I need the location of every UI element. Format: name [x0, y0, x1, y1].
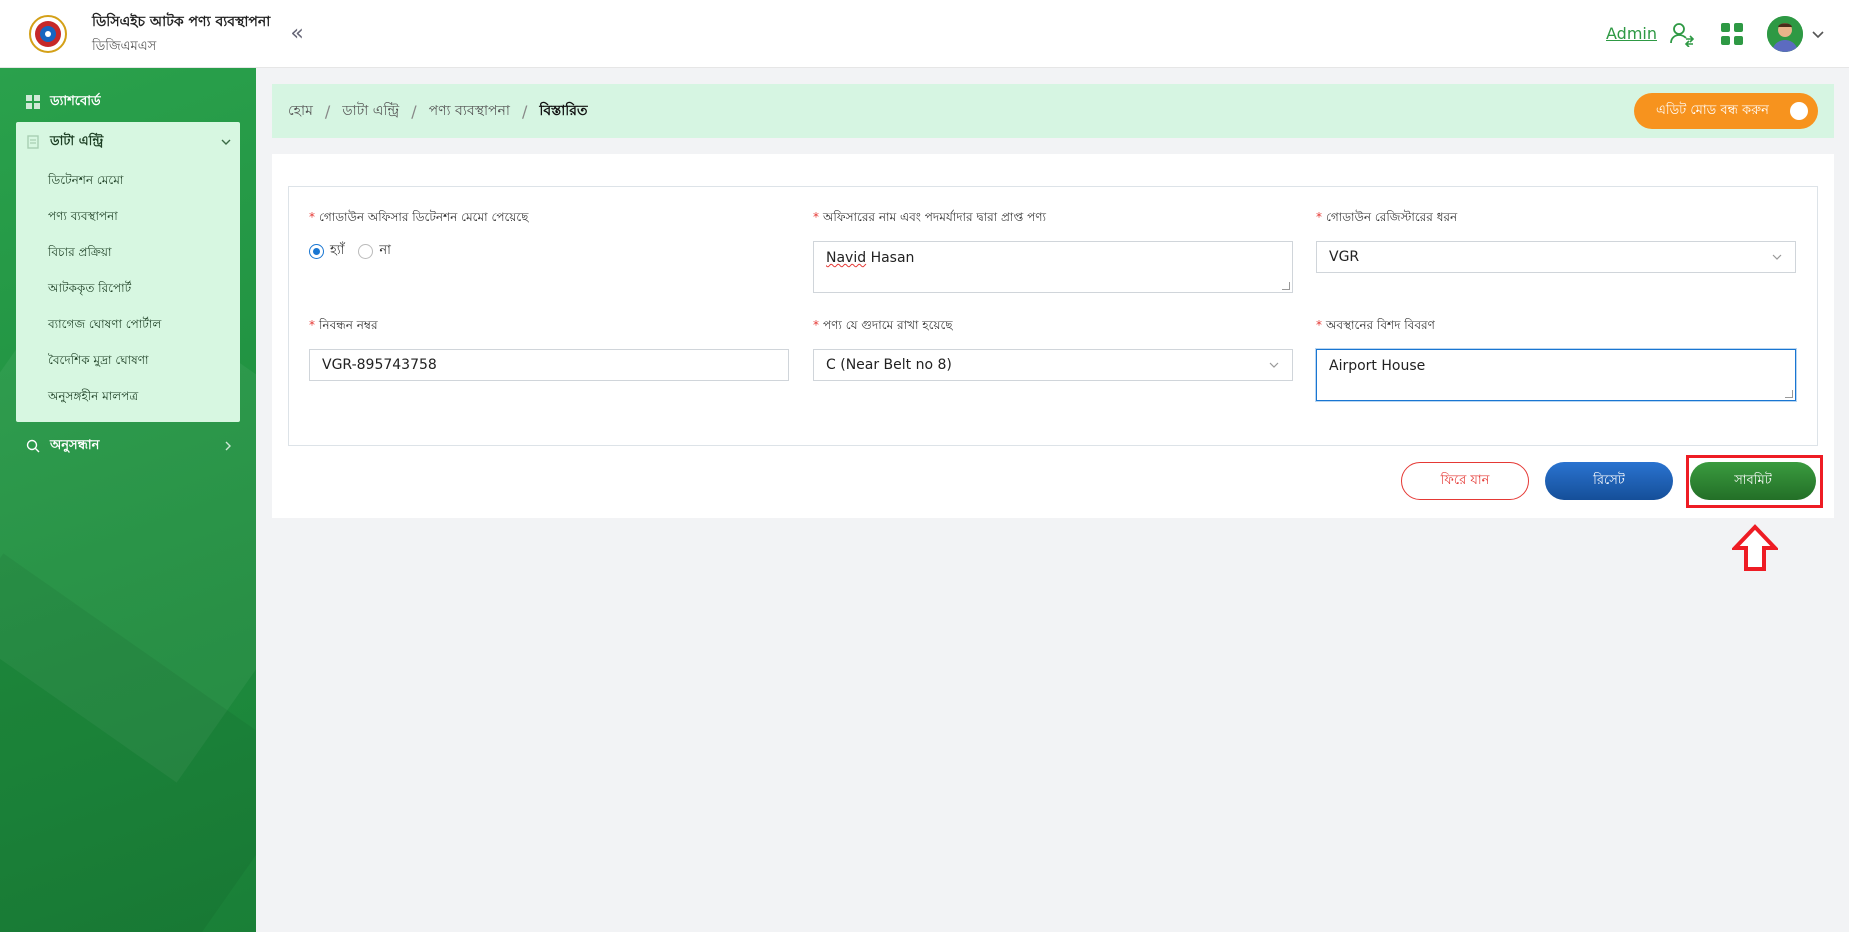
breadcrumb-separator: /	[411, 101, 417, 121]
dashboard-icon	[26, 95, 40, 109]
top-header: ডিসিএইচ আটক পণ্য ব্যবস্থাপনা ডিজিএমএস « …	[0, 0, 1849, 68]
breadcrumb: হোম / ডাটা এন্ট্রি / পণ্য ব্যবস্থাপনা / …	[272, 84, 1834, 138]
reset-button[interactable]: রিসেট	[1545, 462, 1673, 500]
registration-no-input[interactable]: VGR-895743758	[309, 349, 789, 381]
radio-no-circle[interactable]	[358, 244, 374, 259]
form-card: * গোডাউন অফিসার ডিটেনশন মেমো পেয়েছে হ্যা…	[272, 154, 1834, 518]
sidebar-subitem-baggage-portal[interactable]: ব্যাগেজ ঘোষণা পোর্টাল	[16, 306, 240, 342]
sidebar-item-dashboard[interactable]: ড্যাশবোর্ড	[0, 82, 256, 122]
app-title: ডিসিএইচ আটক পণ্য ব্যবস্থাপনা	[92, 13, 271, 30]
officer-name-textarea[interactable]: Navid Hasan	[813, 241, 1293, 293]
sidebar-subitem-currency-declaration[interactable]: বৈদেশিক মুদ্রা ঘোষণা	[16, 342, 240, 378]
sidebar-subitem-detention-memo[interactable]: ডিটেনশন মেমো	[16, 162, 240, 198]
warehouse-select[interactable]: C (Near Belt no 8)	[813, 349, 1293, 381]
radio-yes-circle[interactable]	[309, 244, 324, 259]
breadcrumb-current: বিস্তারিত	[539, 103, 588, 119]
admin-user-link[interactable]: Admin	[1606, 24, 1657, 43]
chevron-down-icon	[221, 139, 231, 145]
field-registration-no: * নিবন্ধন নম্বর VGR-895743758	[309, 317, 789, 381]
collapse-sidebar-icon[interactable]: «	[290, 21, 303, 46]
breadcrumb-goods-management[interactable]: পণ্য ব্যবস্থাপনা	[429, 99, 510, 123]
sidebar-item-label: অনুসন্ধান	[50, 437, 100, 453]
field-memo-received: * গোডাউন অফিসার ডিটেনশন মেমো পেয়েছে হ্যা…	[309, 209, 528, 262]
chevron-down-icon[interactable]	[1811, 27, 1825, 41]
document-icon	[27, 135, 39, 149]
sidebar-subitem-detained-report[interactable]: আটককৃত রিপোর্ট	[16, 270, 240, 306]
annotation-arrow-up-icon	[1732, 524, 1778, 571]
breadcrumb-home[interactable]: হোম	[288, 99, 313, 123]
sidebar-submenu-data-entry: ডাটা এন্ট্রি ডিটেনশন মেমো পণ্য ব্যবস্থাপ…	[16, 122, 240, 422]
sidebar-item-label: ডাটা এন্ট্রি	[50, 133, 104, 149]
resize-handle[interactable]	[1282, 282, 1290, 290]
sidebar-subitem-goods-management[interactable]: পণ্য ব্যবস্থাপনা	[16, 198, 240, 234]
field-location-detail: * অবস্থানের বিশদ বিবরণ Airport House	[1316, 317, 1796, 401]
apps-grid-icon[interactable]	[1721, 22, 1743, 45]
avatar[interactable]	[1767, 15, 1803, 52]
memo-received-label: গোডাউন অফিসার ডিটেনশন মেমো পেয়েছে	[319, 210, 529, 224]
warehouse-label: পণ্য যে গুদামে রাখা হয়েছে	[823, 318, 953, 332]
register-type-select[interactable]: VGR	[1316, 241, 1796, 273]
breadcrumb-separator: /	[521, 101, 528, 121]
registration-no-label: নিবন্ধন নম্বর	[319, 318, 378, 332]
app-logo	[28, 14, 68, 54]
location-detail-label: অবস্থানের বিশদ বিবরণ	[1326, 318, 1435, 332]
sidebar: ড্যাশবোর্ড ডাটা এন্ট্রি ডিটেনশন মেমো পণ্…	[0, 68, 256, 932]
breadcrumb-separator: /	[324, 101, 331, 121]
sidebar-item-search[interactable]: অনুসন্ধান	[0, 426, 256, 466]
sidebar-subitem-judicial-process[interactable]: বিচার প্রক্রিয়া	[16, 234, 240, 270]
form-box: * গোডাউন অফিসার ডিটেনশন মেমো পেয়েছে হ্যা…	[288, 186, 1818, 446]
chevron-down-icon	[1269, 362, 1279, 368]
breadcrumb-data-entry[interactable]: ডাটা এন্ট্রি	[342, 99, 399, 123]
register-type-label: গোডাউন রেজিস্টারের ধরন	[1326, 210, 1458, 224]
edit-mode-toggle[interactable]: এডিট মোড বন্ধ করুন	[1634, 93, 1818, 129]
field-warehouse: * পণ্য যে গুদামে রাখা হয়েছে C (Near Belt…	[813, 317, 1293, 381]
app-subtitle: ডিজিএমএস	[92, 38, 157, 54]
sidebar-subitem-unaccompanied-goods[interactable]: অনুসঙ্গহীন মালপত্র	[16, 378, 240, 414]
sidebar-item-data-entry[interactable]: ডাটা এন্ট্রি	[16, 122, 240, 162]
sidebar-item-label: ড্যাশবোর্ড	[50, 93, 101, 109]
edit-mode-label: এডিট মোড বন্ধ করুন	[1656, 102, 1769, 118]
chevron-right-icon	[225, 441, 231, 451]
search-icon	[26, 439, 40, 453]
back-button[interactable]: ফিরে যান	[1401, 462, 1529, 500]
officer-name-label: অফিসারের নাম এবং পদমর্যাদার দ্বারা প্রাপ…	[823, 210, 1046, 224]
field-register-type: * গোডাউন রেজিস্টারের ধরন VGR	[1316, 209, 1796, 273]
field-officer-name: * অফিসারের নাম এবং পদমর্যাদার দ্বারা প্রা…	[813, 209, 1293, 293]
annotation-highlight-box	[1686, 455, 1823, 508]
resize-handle[interactable]	[1785, 390, 1793, 398]
radio-no[interactable]: না	[358, 241, 391, 262]
toggle-knob	[1790, 102, 1808, 120]
radio-yes[interactable]: হ্যাঁ	[309, 241, 344, 262]
user-switch-icon[interactable]	[1669, 21, 1695, 47]
location-detail-textarea[interactable]: Airport House	[1316, 349, 1796, 401]
chevron-down-icon	[1772, 254, 1782, 260]
